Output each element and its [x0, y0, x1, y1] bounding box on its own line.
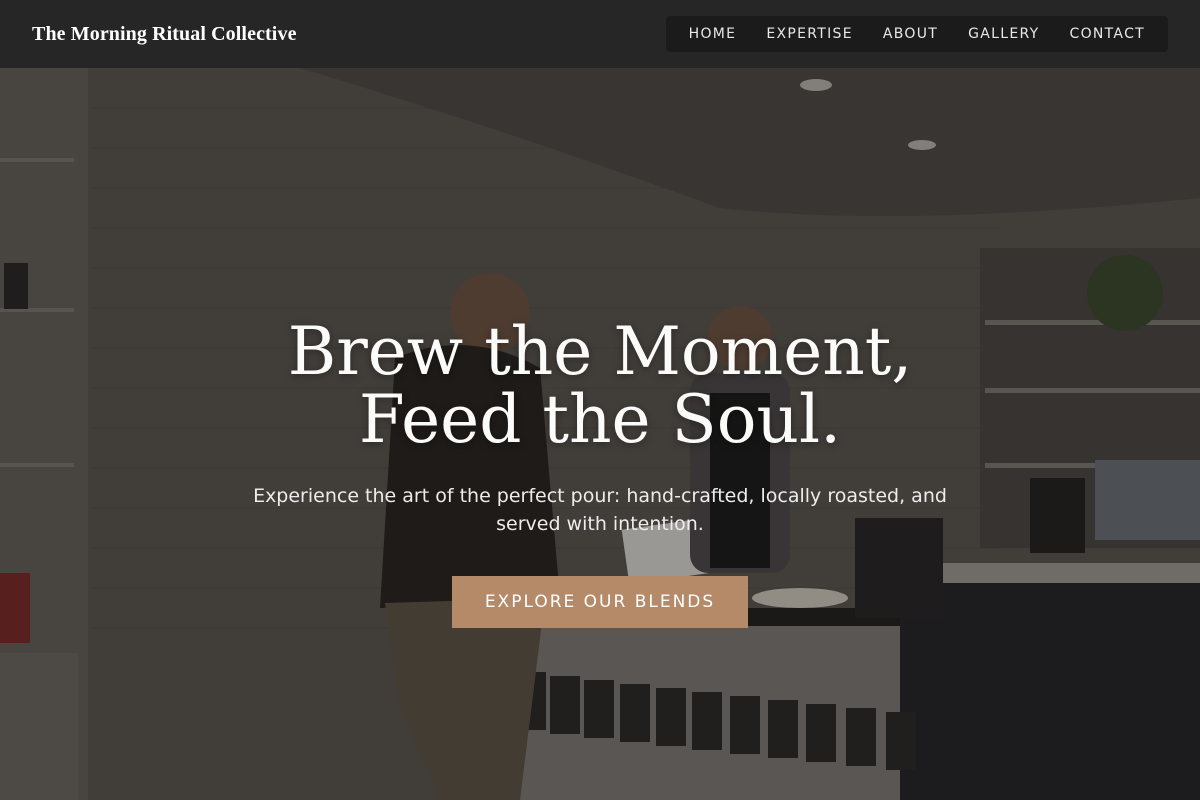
hero-section: Brew the Moment, Feed the Soul. Experien…: [0, 68, 1200, 800]
hero-content: Brew the Moment, Feed the Soul. Experien…: [0, 68, 1200, 800]
brand-logo[interactable]: The Morning Ritual Collective: [32, 23, 297, 46]
site-header: The Morning Ritual Collective HOME EXPER…: [0, 0, 1200, 68]
main-nav: HOME EXPERTISE ABOUT GALLERY CONTACT: [665, 16, 1168, 52]
hero-subtitle: Experience the art of the perfect pour: …: [253, 485, 947, 535]
explore-blends-button[interactable]: EXPLORE OUR BLENDS: [452, 576, 748, 628]
nav-about[interactable]: ABOUT: [868, 16, 953, 52]
hero-title: Brew the Moment, Feed the Soul.: [287, 313, 913, 458]
nav-gallery[interactable]: GALLERY: [953, 16, 1054, 52]
nav-contact[interactable]: CONTACT: [1055, 16, 1161, 52]
nav-expertise[interactable]: EXPERTISE: [751, 16, 868, 52]
nav-home[interactable]: HOME: [674, 16, 752, 52]
